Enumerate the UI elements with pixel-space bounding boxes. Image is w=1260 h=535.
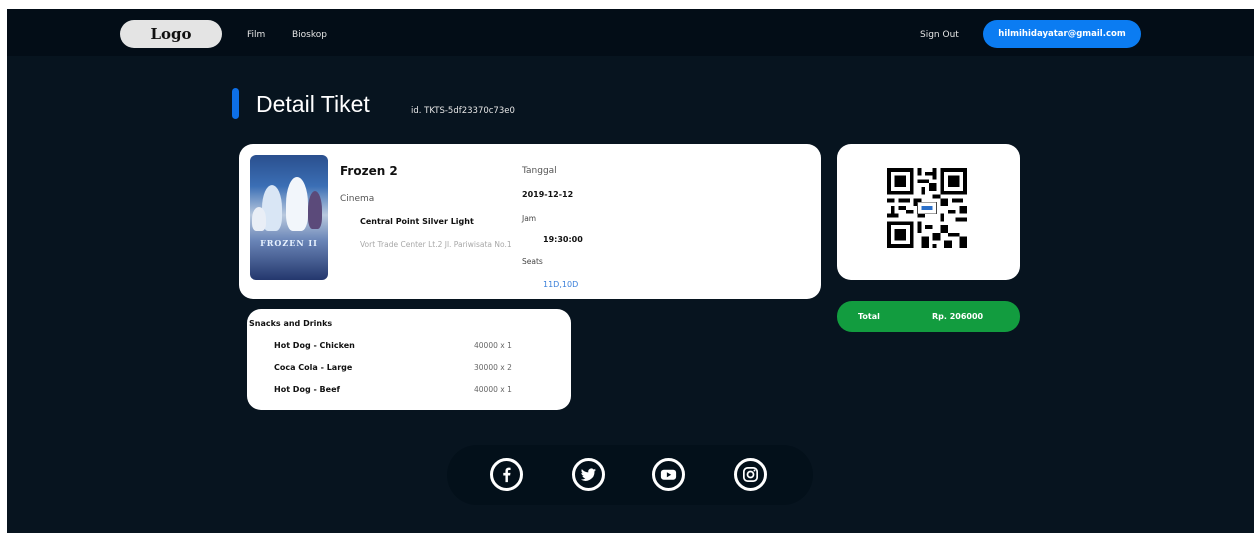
snack-qty: 40000 x 1 [474,385,512,394]
snack-qty: 30000 x 2 [474,363,512,372]
nav-film-link[interactable]: Film [247,30,265,40]
snacks-card: Snacks and Drinks Hot Dog - Chicken 4000… [247,309,571,410]
time-value: 19:30:00 [543,235,583,244]
movie-title: Frozen 2 [340,164,398,178]
qr-card [837,144,1020,280]
seats-label: Seats [522,257,543,266]
user-email-button[interactable]: hilmihidayatar@gmail.com [983,20,1141,48]
instagram-icon[interactable] [734,458,767,491]
social-footer [447,445,813,505]
total-value: Rp. 206000 [932,312,984,321]
snack-qty: 40000 x 1 [474,341,512,350]
snack-name: Coca Cola - Large [274,363,353,372]
ticket-id: id. TKTS-5df23370c73e0 [411,106,515,116]
page-title: Detail Tiket [256,91,370,117]
top-navbar: Logo Film Bioskop Sign Out hilmihidayata… [7,9,1254,56]
title-accent-bar [232,88,239,119]
cinema-address: Vort Trade Center Lt.2 Jl. Pariwisata No… [360,240,512,249]
ticket-card: FROZEN II Frozen 2 Cinema Central Point … [239,144,821,299]
qr-code-icon [887,168,967,248]
total-badge: Total Rp. 206000 [837,301,1020,332]
snack-name: Hot Dog - Beef [274,385,340,394]
facebook-icon[interactable] [490,458,523,491]
youtube-icon[interactable] [652,458,685,491]
twitter-icon[interactable] [572,458,605,491]
total-label: Total [858,312,880,321]
seats-value: 11D,10D [543,280,579,289]
date-label: Tanggal [522,166,557,176]
app-frame: Logo Film Bioskop Sign Out hilmihidayata… [7,9,1254,533]
snacks-heading: Snacks and Drinks [249,319,333,328]
sign-out-link[interactable]: Sign Out [920,30,959,40]
poster-title: FROZEN II [260,238,318,248]
time-label: Jam [522,214,537,223]
snack-name: Hot Dog - Chicken [274,341,355,350]
nav-bioskop-link[interactable]: Bioskop [292,30,327,40]
date-value: 2019-12-12 [522,190,574,199]
cinema-label: Cinema [340,194,375,204]
movie-poster: FROZEN II [250,155,328,280]
cinema-name: Central Point Silver Light [360,217,474,226]
logo-button[interactable]: Logo [120,20,222,48]
